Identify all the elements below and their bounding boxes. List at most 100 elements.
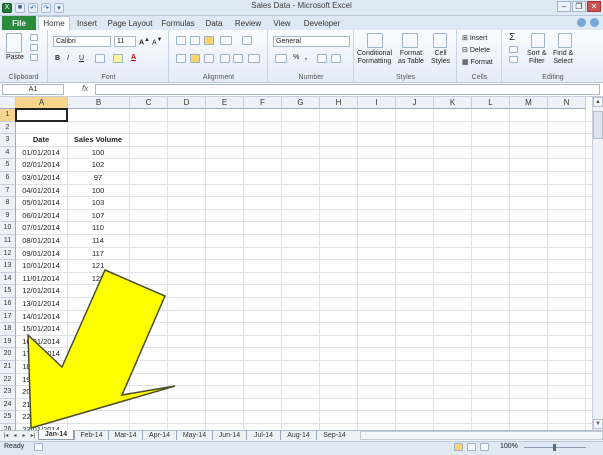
zoom-level[interactable]: 100% — [500, 443, 518, 450]
tab-review[interactable]: Review — [230, 16, 266, 30]
italic-button[interactable]: I — [67, 55, 69, 62]
font-color-icon[interactable]: A — [131, 54, 136, 61]
sheet-tab-feb-14[interactable]: Feb-14 — [74, 430, 108, 440]
column-header-i[interactable]: I — [358, 97, 396, 109]
row-header-16[interactable]: 16 — [0, 298, 16, 311]
cell-sales[interactable]: 102 — [68, 159, 128, 171]
cell-date[interactable]: 19/01/2014 — [16, 374, 66, 386]
row-header-10[interactable]: 10 — [0, 222, 16, 235]
first-sheet-icon[interactable]: |◂ — [2, 431, 10, 440]
name-box[interactable]: A1 — [2, 84, 64, 95]
prev-sheet-icon[interactable]: ◂ — [11, 431, 19, 440]
tab-view[interactable]: View — [268, 16, 296, 30]
row-header-21[interactable]: 21 — [0, 361, 16, 374]
column-header-g[interactable]: G — [282, 97, 320, 109]
align-center-icon[interactable] — [190, 54, 200, 63]
row-header-9[interactable]: 9 — [0, 209, 16, 223]
sheet-tab-jul-14[interactable]: Jul-14 — [246, 430, 280, 440]
increase-indent-icon[interactable] — [233, 54, 243, 63]
tab-formulas[interactable]: Formulas — [158, 16, 198, 30]
restore-button[interactable]: ❐ — [572, 1, 586, 12]
cell-sales[interactable] — [68, 399, 128, 411]
sheet-tab-sep-14[interactable]: Sep-14 — [316, 430, 352, 440]
cell-sales[interactable]: 110 — [68, 222, 128, 234]
paste-icon[interactable] — [6, 33, 22, 53]
underline-button[interactable]: U — [79, 55, 84, 62]
increase-decimal-icon[interactable] — [317, 54, 327, 63]
cell-date[interactable]: 18/01/2014 — [16, 361, 66, 373]
cell-sales[interactable]: 125 — [68, 273, 128, 285]
middle-align-icon[interactable] — [190, 36, 200, 45]
row-header-23[interactable]: 23 — [0, 386, 16, 399]
tab-file[interactable]: File — [2, 16, 36, 30]
cell-date[interactable]: 03/01/2014 — [16, 172, 66, 184]
page-break-view-icon[interactable] — [480, 443, 489, 451]
find-select-button[interactable]: Find & Select — [553, 50, 573, 66]
cell-styles-button[interactable]: Cell Styles — [431, 50, 450, 66]
column-header-f[interactable]: F — [244, 97, 282, 109]
cell-date[interactable]: 22/01/2014 — [16, 411, 66, 423]
scroll-up-icon[interactable]: ▲ — [593, 97, 603, 107]
insert-cells-button[interactable]: ⊞ Insert — [462, 34, 487, 42]
cell-sales[interactable]: 114 — [68, 235, 128, 247]
cell-sales[interactable] — [68, 311, 128, 323]
row-header-1[interactable]: 1 — [0, 109, 16, 122]
sheet-tab-jun-14[interactable]: Jun-14 — [212, 430, 246, 440]
top-align-icon[interactable] — [176, 36, 186, 45]
last-sheet-icon[interactable]: ▸| — [29, 431, 37, 440]
cell-sales[interactable] — [68, 386, 128, 398]
cell-date[interactable]: 17/01/2014 — [16, 348, 66, 360]
clear-icon[interactable] — [509, 56, 518, 63]
cell-date[interactable]: 04/01/2014 — [16, 185, 66, 197]
format-as-table-button[interactable]: Format as Table — [398, 50, 424, 66]
format-painter-icon[interactable] — [30, 54, 38, 61]
next-sheet-icon[interactable]: ▸ — [20, 431, 28, 440]
page-layout-view-icon[interactable] — [467, 443, 476, 451]
fill-icon[interactable] — [509, 46, 518, 53]
column-header-e[interactable]: E — [206, 97, 244, 109]
macro-record-icon[interactable] — [34, 443, 43, 451]
cell-sales-header[interactable]: Sales Volume — [68, 134, 128, 146]
cell-sales[interactable] — [68, 374, 128, 386]
cell-sales[interactable]: 97 — [68, 172, 128, 184]
borders-icon[interactable] — [95, 54, 105, 63]
format-cells-button[interactable]: ▦ Format — [462, 58, 493, 66]
cell-sales[interactable]: 107 — [68, 210, 128, 222]
cell-date[interactable]: 07/01/2014 — [16, 222, 66, 234]
row-header-5[interactable]: 5 — [0, 159, 16, 172]
cell-sales[interactable] — [68, 298, 128, 310]
row-header-6[interactable]: 6 — [0, 172, 16, 185]
cell-date[interactable]: 10/01/2014 — [16, 260, 66, 272]
row-header-17[interactable]: 17 — [0, 310, 16, 324]
tab-insert[interactable]: Insert — [72, 16, 102, 30]
minimize-ribbon-icon[interactable] — [577, 18, 586, 27]
paste-button-label[interactable]: Paste — [6, 54, 24, 61]
row-header-3[interactable]: 3 — [0, 134, 16, 147]
autosum-button[interactable]: Σ — [509, 32, 515, 43]
decrease-indent-icon[interactable] — [220, 54, 230, 63]
column-header-n[interactable]: N — [548, 97, 586, 109]
cell-date-header[interactable]: Date — [16, 134, 66, 146]
cut-icon[interactable] — [30, 34, 38, 41]
sheet-tab-aug-14[interactable]: Aug-14 — [280, 430, 316, 440]
cell-date[interactable]: 11/01/2014 — [16, 273, 66, 285]
cell-sales[interactable] — [68, 348, 128, 360]
comma-button[interactable]: , — [305, 54, 307, 61]
row-header-4[interactable]: 4 — [0, 146, 16, 160]
sort-filter-button[interactable]: Sort & Filter — [527, 50, 546, 66]
bold-button[interactable]: B — [55, 55, 60, 62]
cell-sales[interactable]: 100 — [68, 147, 128, 159]
currency-icon[interactable] — [275, 54, 287, 63]
sheet-tab-jan-14[interactable]: Jan-14 — [38, 430, 74, 440]
row-header-24[interactable]: 24 — [0, 398, 16, 412]
row-header-22[interactable]: 22 — [0, 373, 16, 387]
row-header-20[interactable]: 20 — [0, 348, 16, 361]
row-header-11[interactable]: 11 — [0, 235, 16, 248]
column-header-j[interactable]: J — [396, 97, 434, 109]
row-header-25[interactable]: 25 — [0, 411, 16, 424]
sheet-tab-may-14[interactable]: May-14 — [176, 430, 212, 440]
grow-font-icon[interactable]: A▲ — [139, 37, 150, 46]
row-header-7[interactable]: 7 — [0, 184, 16, 198]
cell-sales[interactable] — [68, 285, 128, 297]
tab-page-layout[interactable]: Page Layout — [104, 16, 156, 30]
